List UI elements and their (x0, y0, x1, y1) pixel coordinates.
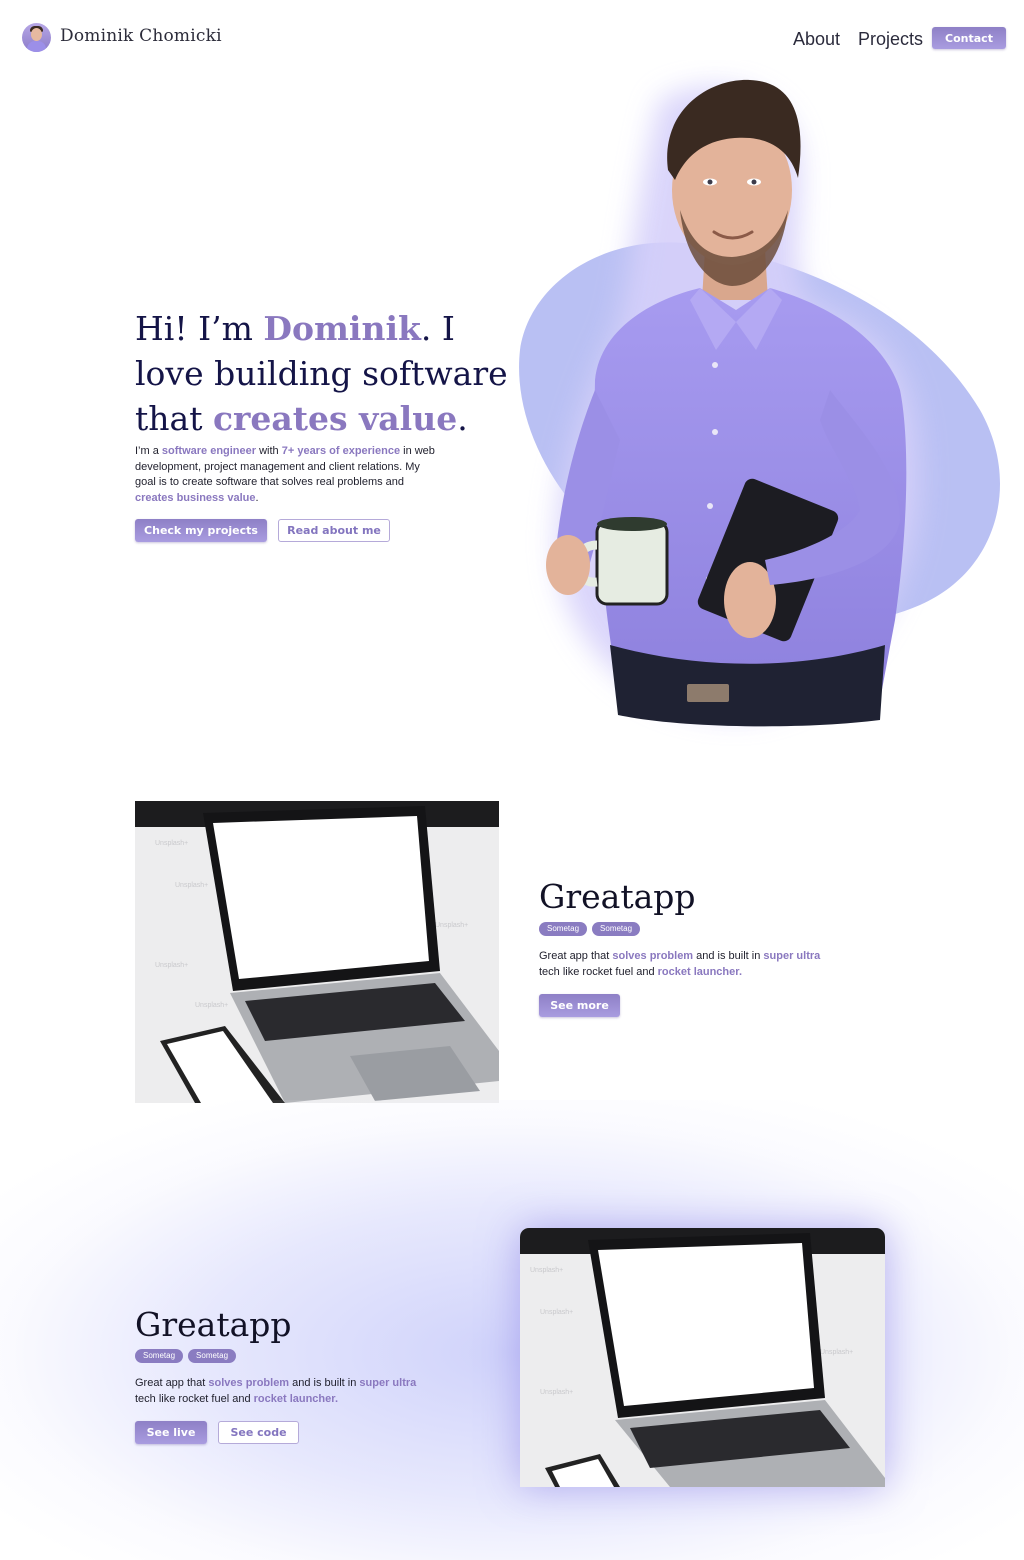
project-description: Great app that solves problem and is bui… (539, 950, 821, 978)
contact-button[interactable]: Contact (932, 27, 1006, 49)
svg-text:Unsplash+: Unsplash+ (530, 1267, 563, 1274)
nav-link-projects[interactable]: Projects (858, 29, 923, 50)
svg-text:Unsplash+: Unsplash+ (155, 962, 188, 969)
hero-description: I’m a software engineer with 7+ years of… (135, 445, 435, 504)
see-live-button[interactable]: See live (135, 1421, 207, 1444)
avatar[interactable] (22, 23, 51, 52)
tag-badge: Sometag (135, 1349, 184, 1363)
svg-text:Unsplash+: Unsplash+ (175, 882, 208, 889)
svg-text:Unsplash+: Unsplash+ (820, 1349, 853, 1356)
site-name[interactable]: Dominik Chomicki (60, 26, 222, 46)
portrait-image (519, 79, 1000, 727)
project-description: Great app that solves problem and is bui… (135, 1377, 417, 1405)
project-tags: Sometag Sometag (135, 1349, 237, 1363)
nav-link-about[interactable]: About (793, 29, 840, 50)
project-title: Greatapp (539, 877, 696, 916)
svg-text:Unsplash+: Unsplash+ (540, 1309, 573, 1316)
svg-text:Unsplash+: Unsplash+ (195, 1002, 228, 1009)
tag-badge: Sometag (539, 922, 588, 936)
see-code-button[interactable]: See code (218, 1421, 299, 1444)
svg-text:Unsplash+: Unsplash+ (540, 1389, 573, 1396)
see-more-button[interactable]: See more (539, 994, 620, 1017)
svg-text:Unsplash+: Unsplash+ (155, 840, 188, 847)
tag-badge: Sometag (188, 1349, 237, 1363)
tag-badge: Sometag (592, 922, 641, 936)
project-image[interactable]: Unsplash+ Unsplash+ Unsplash+ Unsplash+ … (520, 1228, 885, 1487)
project-image[interactable]: Unsplash+ Unsplash+ Unsplash+ Unsplash+ … (135, 801, 499, 1103)
hero-title: Hi! I’m Dominik. I love building softwar… (135, 309, 508, 438)
project-tags: Sometag Sometag (539, 922, 641, 936)
read-about-button[interactable]: Read about me (278, 519, 390, 542)
svg-text:Unsplash+: Unsplash+ (435, 922, 468, 929)
project-title: Greatapp (135, 1305, 292, 1344)
check-projects-button[interactable]: Check my projects (135, 519, 267, 542)
